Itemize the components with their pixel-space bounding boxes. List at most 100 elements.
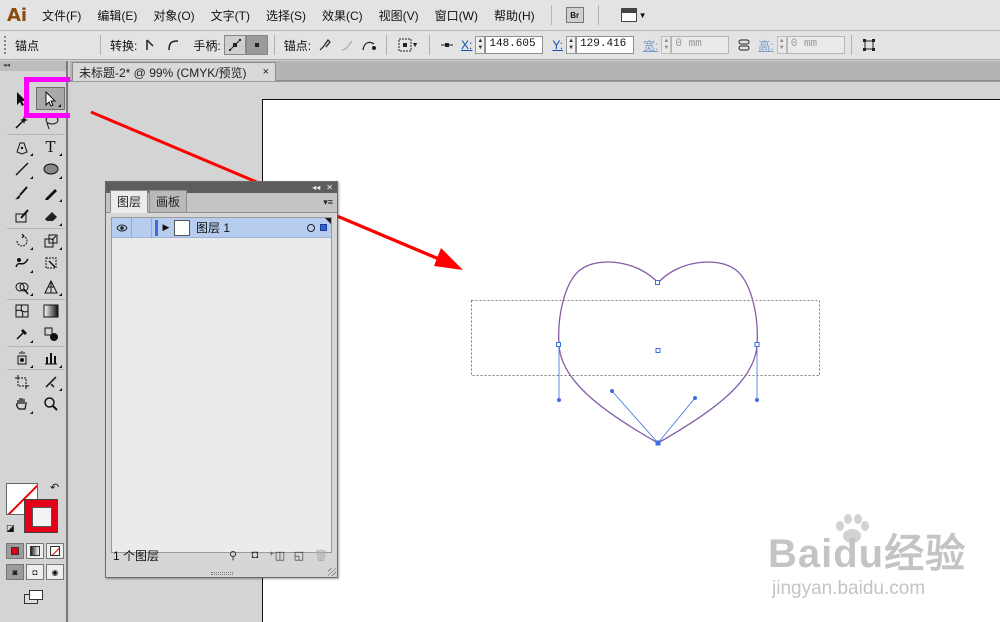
eyedropper-tool[interactable] bbox=[7, 322, 36, 345]
anchors-label: 锚点: bbox=[283, 38, 312, 53]
blob-brush-tool[interactable] bbox=[7, 205, 36, 228]
remove-anchor-icon[interactable] bbox=[314, 35, 336, 55]
pen-tool[interactable] bbox=[7, 135, 36, 158]
locate-object-icon[interactable]: ⚲ bbox=[222, 549, 244, 562]
target-circle-icon[interactable] bbox=[307, 224, 315, 232]
expand-triangle-icon[interactable]: ▶ bbox=[158, 222, 174, 233]
y-label[interactable]: Y: bbox=[549, 38, 566, 52]
close-icon[interactable]: × bbox=[263, 66, 269, 78]
collapse-toolbox-icon[interactable]: ◂◂ bbox=[0, 61, 66, 71]
layers-panel[interactable]: ◂◂ ✕ 图层 画板 ▾≡ ▶ 图层 1 1 个图层 ⚲ ◘ ⁺◫ ◱ 🗑 bbox=[105, 181, 338, 578]
delete-icon[interactable]: 🗑 bbox=[310, 549, 332, 562]
height-label[interactable]: 高: bbox=[755, 37, 776, 54]
gradient-tool[interactable] bbox=[36, 300, 65, 323]
pencil-tool[interactable] bbox=[36, 181, 65, 204]
layer-name[interactable]: 图层 1 bbox=[196, 219, 230, 236]
convert-to-smooth-icon[interactable] bbox=[162, 35, 184, 55]
free-transform-tool[interactable] bbox=[36, 252, 65, 275]
close-panel-icon[interactable]: ✕ bbox=[326, 183, 333, 192]
ellipse-tool[interactable] bbox=[36, 158, 65, 181]
transform-icon[interactable] bbox=[858, 35, 880, 55]
hide-handles-icon[interactable] bbox=[245, 35, 268, 55]
document-tab-title: 未标题-2* @ 99% (CMYK/预览) bbox=[79, 65, 247, 80]
constrain-link-icon[interactable] bbox=[733, 35, 755, 55]
lock-toggle[interactable] bbox=[132, 217, 152, 238]
y-spinner[interactable]: ▲ ▼ bbox=[566, 36, 577, 54]
artboard-tool[interactable] bbox=[7, 370, 36, 393]
new-sublayer-icon[interactable]: ⁺◫ bbox=[266, 549, 288, 562]
connect-anchors-icon[interactable] bbox=[358, 35, 380, 55]
x-spinner[interactable]: ▲ ▼ bbox=[475, 36, 486, 54]
draw-behind-button[interactable]: ◘ bbox=[26, 564, 44, 580]
shape-builder-tool[interactable] bbox=[7, 275, 36, 298]
hand-tool[interactable] bbox=[7, 393, 36, 416]
align-anchor-icon[interactable] bbox=[436, 35, 458, 55]
type-icon: T bbox=[45, 137, 56, 156]
none-mode-button[interactable] bbox=[46, 543, 64, 559]
column-graph-tool[interactable] bbox=[36, 347, 65, 370]
document-tab-bar: 未标题-2* @ 99% (CMYK/预览) × bbox=[70, 61, 1000, 81]
color-mode-button[interactable] bbox=[6, 543, 24, 559]
height-spinner[interactable]: ▲ ▼ bbox=[776, 36, 787, 54]
menu-type[interactable]: 文字(T) bbox=[203, 7, 258, 24]
show-handles-icon[interactable] bbox=[223, 35, 246, 55]
scale-tool[interactable] bbox=[36, 229, 65, 252]
warp-tool[interactable] bbox=[7, 252, 36, 275]
menu-help[interactable]: 帮助(H) bbox=[486, 7, 543, 24]
height-field[interactable]: 0 mm bbox=[786, 36, 845, 54]
convert-to-corner-icon[interactable] bbox=[140, 35, 162, 55]
gradient-mode-button[interactable] bbox=[26, 543, 44, 559]
panel-grip[interactable] bbox=[4, 36, 8, 54]
swap-fill-stroke-icon[interactable]: ↶ bbox=[50, 481, 59, 494]
perspective-grid-tool[interactable] bbox=[36, 275, 65, 298]
tab-artboards[interactable]: 画板 bbox=[149, 190, 188, 212]
y-field[interactable]: 129.416 bbox=[576, 36, 635, 54]
symbol-sprayer-tool[interactable] bbox=[7, 347, 36, 370]
default-fill-stroke-icon[interactable]: ◪ bbox=[6, 523, 15, 534]
menu-file[interactable]: 文件(F) bbox=[34, 7, 89, 24]
reference-point-icon[interactable]: ▼ bbox=[393, 35, 423, 55]
color-mode-buttons bbox=[6, 543, 64, 559]
x-field[interactable]: 148.605 bbox=[485, 36, 544, 54]
draw-normal-button[interactable]: ◙ bbox=[6, 564, 24, 580]
stroke-swatch[interactable] bbox=[24, 499, 58, 533]
panel-resize-corner[interactable] bbox=[328, 568, 336, 576]
blend-tool[interactable] bbox=[36, 322, 65, 345]
menu-view[interactable]: 视图(V) bbox=[371, 7, 427, 24]
type-tool[interactable]: T bbox=[36, 135, 65, 158]
panel-menu-icon[interactable]: ▾≡ bbox=[323, 197, 333, 208]
menu-select[interactable]: 选择(S) bbox=[258, 7, 314, 24]
make-clipping-mask-icon[interactable]: ◘ bbox=[244, 549, 266, 561]
slice-tool[interactable] bbox=[36, 370, 65, 393]
menu-object[interactable]: 对象(O) bbox=[145, 7, 202, 24]
cut-path-icon[interactable] bbox=[336, 35, 358, 55]
mesh-tool[interactable] bbox=[7, 300, 36, 323]
x-label[interactable]: X: bbox=[458, 38, 475, 52]
document-tab[interactable]: 未标题-2* @ 99% (CMYK/预览) × bbox=[72, 62, 276, 81]
eraser-tool[interactable] bbox=[36, 205, 65, 228]
line-tool[interactable] bbox=[7, 158, 36, 181]
eye-icon[interactable] bbox=[112, 217, 132, 238]
selection-indicator[interactable] bbox=[320, 224, 327, 231]
menu-divider bbox=[550, 5, 552, 25]
rotate-tool[interactable] bbox=[7, 229, 36, 252]
collapse-panel-icon[interactable]: ◂◂ bbox=[312, 183, 320, 192]
zoom-tool[interactable] bbox=[36, 393, 65, 416]
menu-window[interactable]: 窗口(W) bbox=[427, 7, 486, 24]
new-layer-icon[interactable]: ◱ bbox=[288, 549, 310, 562]
width-label[interactable]: 宽: bbox=[640, 37, 661, 54]
menu-bar: Ai 文件(F) 编辑(E) 对象(O) 文字(T) 选择(S) 效果(C) 视… bbox=[0, 0, 1000, 31]
draw-inside-button[interactable]: ◉ bbox=[46, 564, 64, 580]
panel-resize-grip[interactable] bbox=[211, 572, 233, 575]
width-field[interactable]: 0 mm bbox=[671, 36, 730, 54]
tab-layers[interactable]: 图层 bbox=[110, 190, 149, 213]
width-spinner[interactable]: ▲ ▼ bbox=[661, 36, 672, 54]
screen-mode-button[interactable] bbox=[24, 590, 44, 604]
divider bbox=[429, 35, 431, 55]
paintbrush-tool[interactable] bbox=[7, 181, 36, 204]
arrange-documents-button[interactable]: ▼ bbox=[620, 8, 647, 22]
menu-effect[interactable]: 效果(C) bbox=[314, 7, 371, 24]
bridge-button[interactable]: Br bbox=[565, 7, 584, 23]
menu-edit[interactable]: 编辑(E) bbox=[89, 7, 145, 24]
layer-row[interactable]: ▶ 图层 1 bbox=[112, 217, 331, 238]
